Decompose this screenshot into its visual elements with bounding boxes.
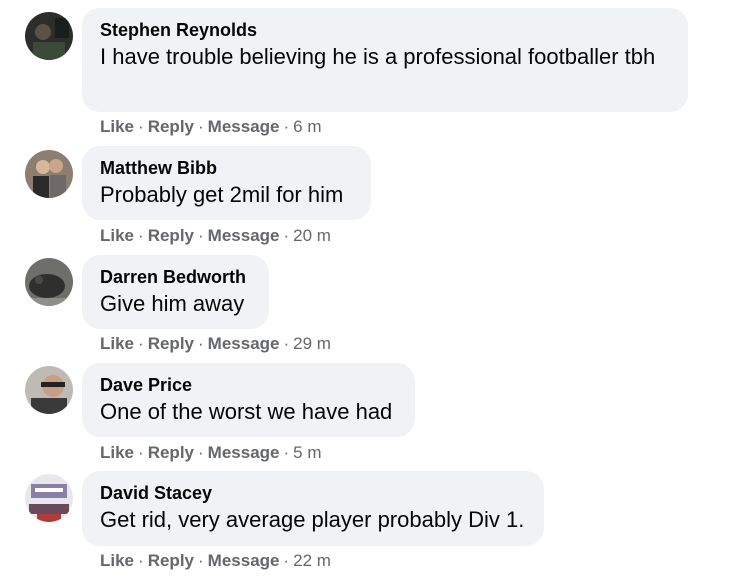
like-button[interactable]: Like [100,443,134,462]
comment-author[interactable]: Darren Bedworth [100,265,251,289]
comment-bubble: David Stacey Get rid, very average playe… [82,471,544,546]
separator: · [283,551,290,570]
avatar[interactable] [25,366,73,414]
reply-button[interactable]: Reply [148,443,194,462]
separator: · [283,443,290,462]
reply-button[interactable]: Reply [148,226,194,245]
comment-author[interactable]: Stephen Reynolds [100,18,670,42]
reply-button[interactable]: Reply [148,551,194,570]
comment-author[interactable]: Matthew Bibb [100,156,353,180]
comment-actions: Like · Reply · Message · 22 m [100,551,331,571]
comment-text: One of the worst we have had [100,399,393,424]
comment-bubble: Darren Bedworth Give him away [82,255,269,329]
comment-text: I have trouble believing he is a profess… [100,44,656,69]
comment-author[interactable]: Dave Price [100,373,397,397]
separator: · [283,334,290,353]
separator: · [138,117,144,136]
comment-actions: Like · Reply · Message · 5 m [100,443,322,463]
comment-bubble: Stephen Reynolds I have trouble believin… [82,8,688,112]
separator: · [283,117,290,136]
message-button[interactable]: Message [208,226,280,245]
comment-actions: Like · Reply · Message · 29 m [100,334,331,354]
separator: · [138,551,144,570]
message-button[interactable]: Message [208,443,280,462]
message-button[interactable]: Message [208,334,280,353]
message-button[interactable]: Message [208,551,280,570]
separator: · [198,551,204,570]
avatar[interactable] [25,474,73,522]
message-button[interactable]: Message [208,117,280,136]
timestamp[interactable]: 6 m [293,117,321,136]
timestamp[interactable]: 22 m [293,551,331,570]
separator: · [138,334,144,353]
like-button[interactable]: Like [100,551,134,570]
reply-button[interactable]: Reply [148,117,194,136]
reply-button[interactable]: Reply [148,334,194,353]
separator: · [138,443,144,462]
like-button[interactable]: Like [100,117,134,136]
comment-actions: Like · Reply · Message · 6 m [100,117,322,137]
timestamp[interactable]: 29 m [293,334,331,353]
timestamp[interactable]: 20 m [293,226,331,245]
like-button[interactable]: Like [100,334,134,353]
comment-text: Get rid, very average player probably Di… [100,507,525,532]
separator: · [198,226,204,245]
avatar[interactable] [25,12,73,60]
avatar[interactable] [25,258,73,306]
timestamp[interactable]: 5 m [293,443,321,462]
comment-author[interactable]: David Stacey [100,481,526,505]
comment-text: Give him away [100,291,245,316]
comment-bubble: Dave Price One of the worst we have had [82,363,415,437]
comment-text: Probably get 2mil for him [100,182,344,207]
separator: · [283,226,290,245]
separator: · [198,443,204,462]
comment-bubble: Matthew Bibb Probably get 2mil for him [82,146,371,220]
separator: · [198,334,204,353]
comment-actions: Like · Reply · Message · 20 m [100,226,331,246]
separator: · [138,226,144,245]
separator: · [198,117,204,136]
like-button[interactable]: Like [100,226,134,245]
avatar[interactable] [25,150,73,198]
